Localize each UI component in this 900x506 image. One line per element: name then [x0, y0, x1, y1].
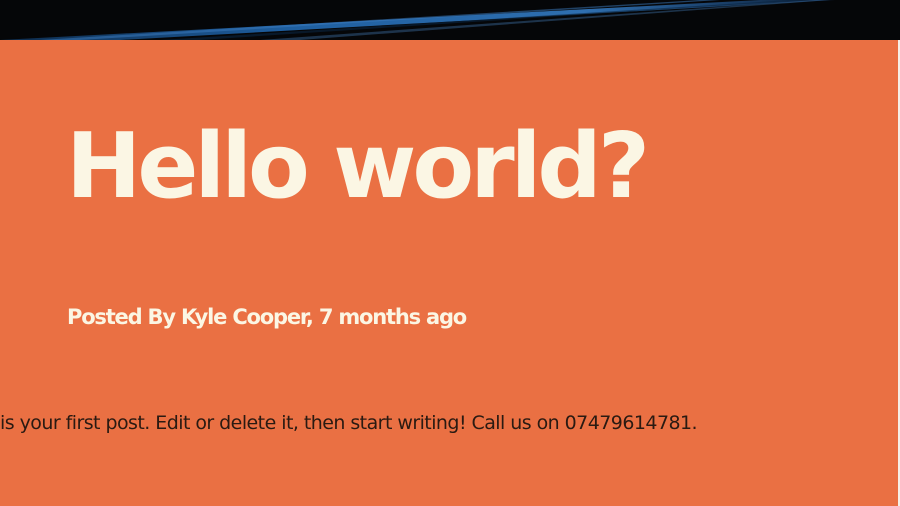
post-body: is your first post. Edit or delete it, t… [0, 412, 698, 434]
post-meta: Posted By Kyle Cooper, 7 months ago [67, 305, 467, 329]
hero-image-graphic [0, 0, 900, 40]
post-title: Hello world? [66, 114, 650, 219]
hero-image [0, 0, 900, 40]
